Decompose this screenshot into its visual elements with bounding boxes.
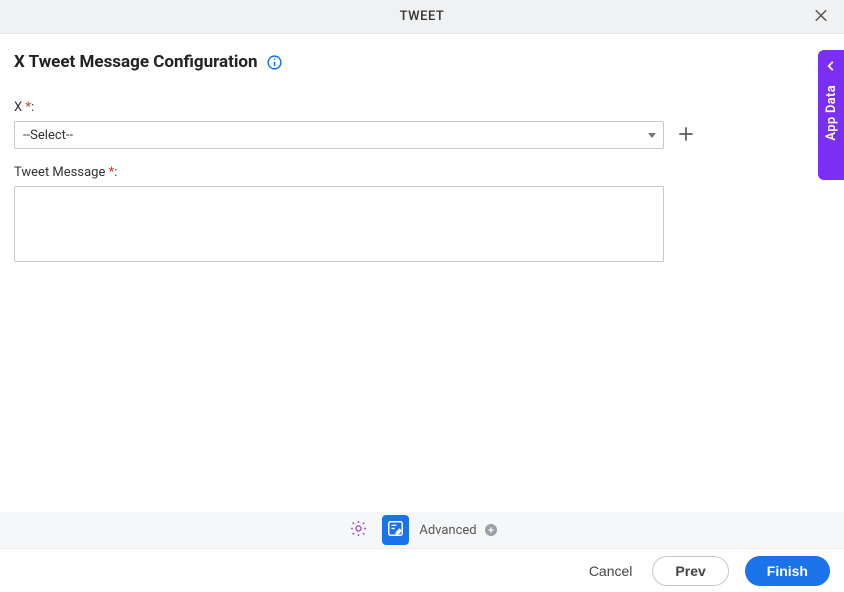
prev-button[interactable]: Prev bbox=[652, 556, 728, 586]
close-button[interactable] bbox=[808, 2, 834, 31]
info-icon[interactable] bbox=[266, 54, 283, 71]
advanced-label: Advanced bbox=[419, 523, 476, 538]
toolbar-bar: Advanced bbox=[0, 512, 844, 548]
required-asterisk: * bbox=[109, 165, 115, 180]
x-field-label-text: X bbox=[14, 100, 22, 115]
app-data-side-tab[interactable]: App Data bbox=[818, 50, 844, 180]
plus-icon bbox=[676, 124, 696, 147]
finish-button[interactable]: Finish bbox=[745, 556, 830, 586]
x-select[interactable]: --Select-- bbox=[14, 121, 664, 149]
x-field-group: X *: --Select-- bbox=[14, 100, 830, 149]
x-field-label: X *: bbox=[14, 100, 830, 115]
tweet-message-label: Tweet Message *: bbox=[14, 165, 830, 180]
tweet-message-group: Tweet Message *: bbox=[14, 165, 830, 266]
add-connection-button[interactable] bbox=[674, 122, 698, 149]
content-area: X Tweet Message Configuration X *: --Sel… bbox=[0, 34, 844, 300]
x-select-row: --Select-- bbox=[14, 121, 830, 149]
tweet-message-label-text: Tweet Message bbox=[14, 165, 105, 180]
edit-tool-button[interactable] bbox=[382, 515, 409, 545]
header-title: TWEET bbox=[400, 9, 445, 24]
page-title-row: X Tweet Message Configuration bbox=[14, 52, 830, 72]
settings-tool-button[interactable] bbox=[345, 515, 372, 545]
side-tab-label: App Data bbox=[824, 85, 839, 141]
edit-form-icon bbox=[386, 519, 405, 541]
x-select-value: --Select-- bbox=[23, 128, 73, 143]
plus-circle-icon bbox=[483, 522, 499, 538]
chevron-left-icon bbox=[824, 58, 838, 77]
close-icon bbox=[812, 6, 830, 27]
footer-bar: Cancel Prev Finish bbox=[0, 548, 844, 592]
gear-icon bbox=[349, 519, 368, 541]
caret-down-icon bbox=[647, 130, 657, 140]
cancel-button[interactable]: Cancel bbox=[585, 557, 637, 585]
required-asterisk: * bbox=[25, 100, 31, 115]
page-title: X Tweet Message Configuration bbox=[14, 52, 258, 72]
tweet-message-input[interactable] bbox=[14, 186, 664, 262]
advanced-toggle[interactable]: Advanced bbox=[419, 522, 498, 538]
header-bar: TWEET bbox=[0, 0, 844, 34]
